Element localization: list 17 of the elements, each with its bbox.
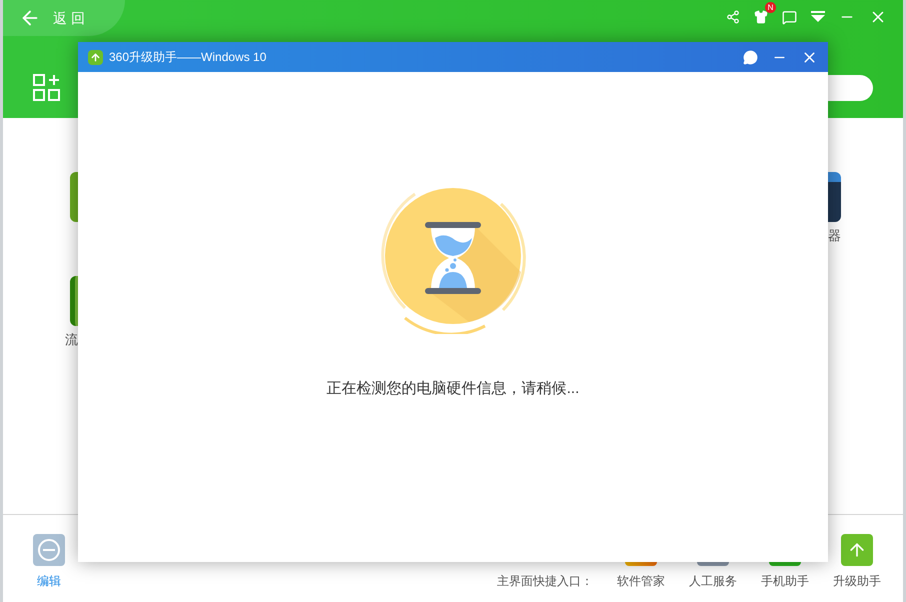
chat-icon[interactable] [743, 50, 758, 64]
shortcut-button[interactable]: 升级助手 [833, 534, 881, 590]
status-message: 正在检测您的电脑硬件信息，请稍候... [326, 379, 580, 399]
notification-badge: N [765, 2, 776, 13]
share-icon[interactable] [726, 10, 740, 24]
grid-icon [33, 74, 61, 102]
dropdown-icon[interactable] [811, 11, 825, 23]
upgrade-icon [88, 50, 103, 64]
shortcut-icon [841, 534, 873, 566]
back-button[interactable]: 返 回 [3, 0, 125, 36]
app-label: 器 [828, 227, 841, 245]
dialog-title: 360升级助手——Windows 10 [109, 49, 266, 66]
message-icon[interactable] [782, 10, 797, 24]
app-label: 流 [65, 331, 79, 349]
shirt-icon[interactable] [754, 10, 768, 24]
minus-circle-icon [37, 538, 61, 562]
shortcuts-label: 主界面快捷入口： [497, 573, 593, 590]
